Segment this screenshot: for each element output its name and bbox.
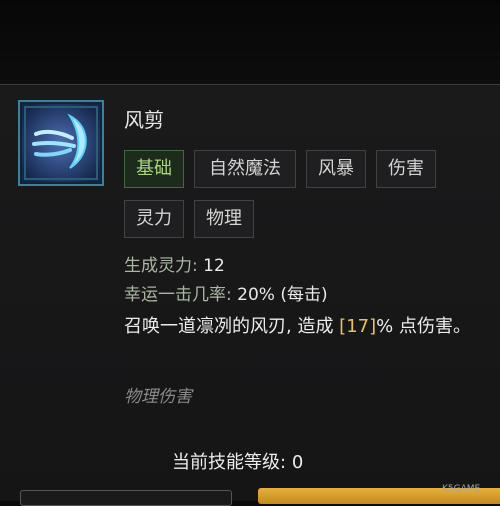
skill-name: 风剪 <box>124 108 164 132</box>
stat-lucky-hit-chance: 幸运一击几率: 20% (每击) <box>124 283 328 307</box>
level-label: 当前技能等级: <box>172 452 287 473</box>
description-text: 召唤一道凛冽的风刃, 造成 <box>124 316 340 337</box>
tag-physical: 物理 <box>194 200 254 238</box>
stat-label: 生成灵力: <box>124 256 198 276</box>
description-text-end: % 点伤害。 <box>376 316 471 337</box>
skill-description: 召唤一道凛冽的风刃, 造成 [17]% 点伤害。 <box>124 312 494 342</box>
tag-spirit: 灵力 <box>124 200 184 238</box>
damage-type-label: 物理伤害 <box>124 387 192 407</box>
current-skill-level: 当前技能等级: 0 <box>172 448 303 474</box>
stat-label: 幸运一击几率: <box>124 285 232 305</box>
stat-value: 20% (每击) <box>237 285 328 305</box>
top-background <box>0 0 500 84</box>
tag-damage: 伤害 <box>376 150 436 188</box>
tag-storm: 风暴 <box>306 150 366 188</box>
left-action-button[interactable] <box>20 490 232 506</box>
wind-shear-skill-icon <box>18 100 104 186</box>
tag-basic: 基础 <box>124 150 184 188</box>
watermark-logo: K5GAME <box>442 484 481 494</box>
level-value: 0 <box>291 452 304 473</box>
stat-value: 12 <box>203 256 225 276</box>
tag-nature-magic: 自然魔法 <box>194 150 296 188</box>
stat-spirit-generation: 生成灵力: 12 <box>124 254 225 278</box>
damage-value-highlight: [17] <box>339 316 377 337</box>
